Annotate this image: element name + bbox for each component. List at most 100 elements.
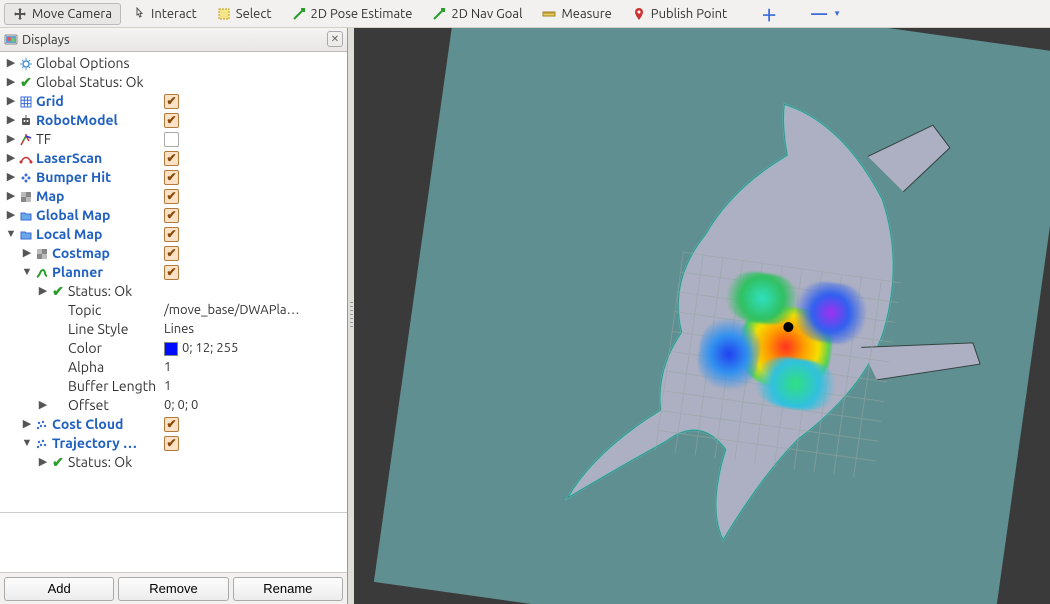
displays-panel: Displays ✕ ▶Global Options▶✔Global Statu…	[0, 28, 348, 604]
expand-arrow[interactable]: ▶	[20, 244, 34, 263]
tree-label: Topic	[68, 301, 101, 320]
interact-icon	[132, 7, 146, 21]
move-camera-label: Move Camera	[32, 7, 112, 21]
displays-tree[interactable]: ▶Global Options▶✔Global Status: Ok▶Grid✔…	[0, 52, 347, 512]
expand-arrow[interactable]: ▶	[20, 415, 34, 434]
row-icon	[18, 133, 34, 147]
expand-arrow[interactable]: ▶	[4, 149, 18, 168]
rename-button[interactable]: Rename	[233, 577, 343, 601]
tree-row[interactable]: ▶ Cost Cloud ✔	[0, 415, 347, 434]
select-tool[interactable]: Select	[208, 3, 281, 25]
remove-button[interactable]: Remove	[118, 577, 228, 601]
expand-arrow[interactable]: ▶	[4, 54, 18, 73]
nav-goal-icon	[432, 7, 446, 21]
tree-label: Buffer Length	[68, 377, 156, 396]
add-button[interactable]: Add	[4, 577, 114, 601]
close-displays-button[interactable]: ✕	[327, 31, 343, 47]
row-icon: ✔	[50, 453, 66, 472]
3d-viewport[interactable]	[354, 28, 1050, 604]
visibility-checkbox[interactable]: ✔	[164, 246, 179, 261]
expand-arrow[interactable]: ▶	[4, 168, 18, 187]
row-icon	[18, 95, 34, 109]
visibility-checkbox[interactable]: ✔	[164, 94, 179, 109]
dropdown-caret-icon: ▼	[833, 9, 841, 18]
tree-label: Alpha	[68, 358, 104, 377]
row-icon	[18, 190, 34, 204]
nav-goal-tool[interactable]: 2D Nav Goal	[423, 3, 531, 25]
tree-row[interactable]: ▶✔Status: Ok	[0, 453, 347, 472]
tree-row[interactable]: ▼Local Map✔	[0, 225, 347, 244]
expand-arrow[interactable]: ▼	[20, 434, 34, 453]
tree-row[interactable]: ▼ Planner ✔	[0, 263, 347, 282]
property-value: 1	[164, 377, 171, 396]
expand-arrow[interactable]: ▶	[4, 206, 18, 225]
tree-row[interactable]: ▶✔Global Status: Ok	[0, 73, 347, 92]
tree-row[interactable]: ▶Global Options	[0, 54, 347, 73]
expand-arrow[interactable]: ▶	[36, 453, 50, 472]
remove-tool-button[interactable]: —▼	[802, 1, 850, 27]
move-camera-tool[interactable]: Move Camera	[4, 3, 121, 25]
row-icon	[34, 247, 50, 261]
tree-row[interactable]: Color0; 12; 255	[0, 339, 347, 358]
expand-arrow[interactable]: ▼	[20, 263, 34, 282]
tree-row[interactable]: ▼Trajectory …✔	[0, 434, 347, 453]
tree-label: Grid	[36, 92, 64, 111]
visibility-checkbox[interactable]: ✔	[164, 227, 179, 242]
tree-row[interactable]: Line StyleLines	[0, 320, 347, 339]
row-icon	[34, 266, 50, 280]
expand-arrow[interactable]: ▶	[36, 396, 50, 415]
visibility-checkbox[interactable]: ✔	[164, 208, 179, 223]
tree-label: Map	[36, 187, 64, 206]
displays-header: Displays ✕	[0, 28, 347, 52]
tree-label: Cost Cloud	[52, 415, 123, 434]
visibility-checkbox[interactable]: ✔	[164, 436, 179, 451]
tree-row[interactable]: ▶LaserScan✔	[0, 149, 347, 168]
minus-icon: —	[811, 5, 827, 23]
visibility-checkbox[interactable]: ✔	[164, 265, 179, 280]
row-icon	[18, 171, 34, 185]
visibility-checkbox[interactable]: ✔	[164, 189, 179, 204]
visibility-checkbox[interactable]: ✔	[164, 170, 179, 185]
expand-arrow[interactable]: ▶	[4, 130, 18, 149]
tree-row[interactable]: ▶Costmap✔	[0, 244, 347, 263]
tree-row[interactable]: ▶TF	[0, 130, 347, 149]
tree-row[interactable]: ▶Global Map✔	[0, 206, 347, 225]
property-value: 0; 0; 0	[164, 396, 198, 415]
publish-point-label: Publish Point	[651, 7, 727, 21]
expand-arrow[interactable]: ▶	[4, 92, 18, 111]
visibility-checkbox[interactable]: ✔	[164, 417, 179, 432]
interact-tool[interactable]: Interact	[123, 3, 206, 25]
tree-row[interactable]: ▶ RobotModel ✔	[0, 111, 347, 130]
tree-label: Global Status: Ok	[36, 73, 144, 92]
tree-row[interactable]: ▶ Map ✔	[0, 187, 347, 206]
expand-arrow[interactable]: ▶	[4, 73, 18, 92]
pose-estimate-tool[interactable]: 2D Pose Estimate	[283, 3, 422, 25]
expand-arrow[interactable]: ▶	[4, 187, 18, 206]
tree-row[interactable]: Alpha1	[0, 358, 347, 377]
tree-label: Bumper Hit	[36, 168, 111, 187]
measure-label: Measure	[561, 7, 611, 21]
pose-estimate-label: 2D Pose Estimate	[311, 7, 413, 21]
tree-row[interactable]: ▶Offset0; 0; 0	[0, 396, 347, 415]
tree-label: Planner	[52, 263, 103, 282]
property-value: 0; 12; 255	[182, 339, 238, 358]
row-icon	[18, 152, 34, 166]
add-tool-button[interactable]: ＋	[752, 0, 786, 30]
visibility-checkbox[interactable]: ✔	[164, 151, 179, 166]
tree-label: RobotModel	[36, 111, 118, 130]
property-value: Lines	[164, 320, 194, 339]
tree-row[interactable]: ▶ Bumper Hit ✔	[0, 168, 347, 187]
publish-point-tool[interactable]: Publish Point	[623, 3, 736, 25]
tree-row[interactable]: Buffer Length 1	[0, 377, 347, 396]
visibility-checkbox[interactable]: ✔	[164, 113, 179, 128]
expand-arrow[interactable]: ▶	[36, 282, 50, 301]
measure-tool[interactable]: Measure	[533, 3, 620, 25]
visibility-checkbox[interactable]	[164, 132, 179, 147]
tree-row[interactable]: ▶✔Status: Ok	[0, 282, 347, 301]
tree-row[interactable]: Topic/move_base/DWAPla…	[0, 301, 347, 320]
row-icon: ✔	[50, 282, 66, 301]
expand-arrow[interactable]: ▼	[4, 225, 18, 244]
expand-arrow[interactable]: ▶	[4, 111, 18, 130]
tree-row[interactable]: ▶ Grid ✔	[0, 92, 347, 111]
tree-label: Status: Ok	[68, 282, 132, 301]
